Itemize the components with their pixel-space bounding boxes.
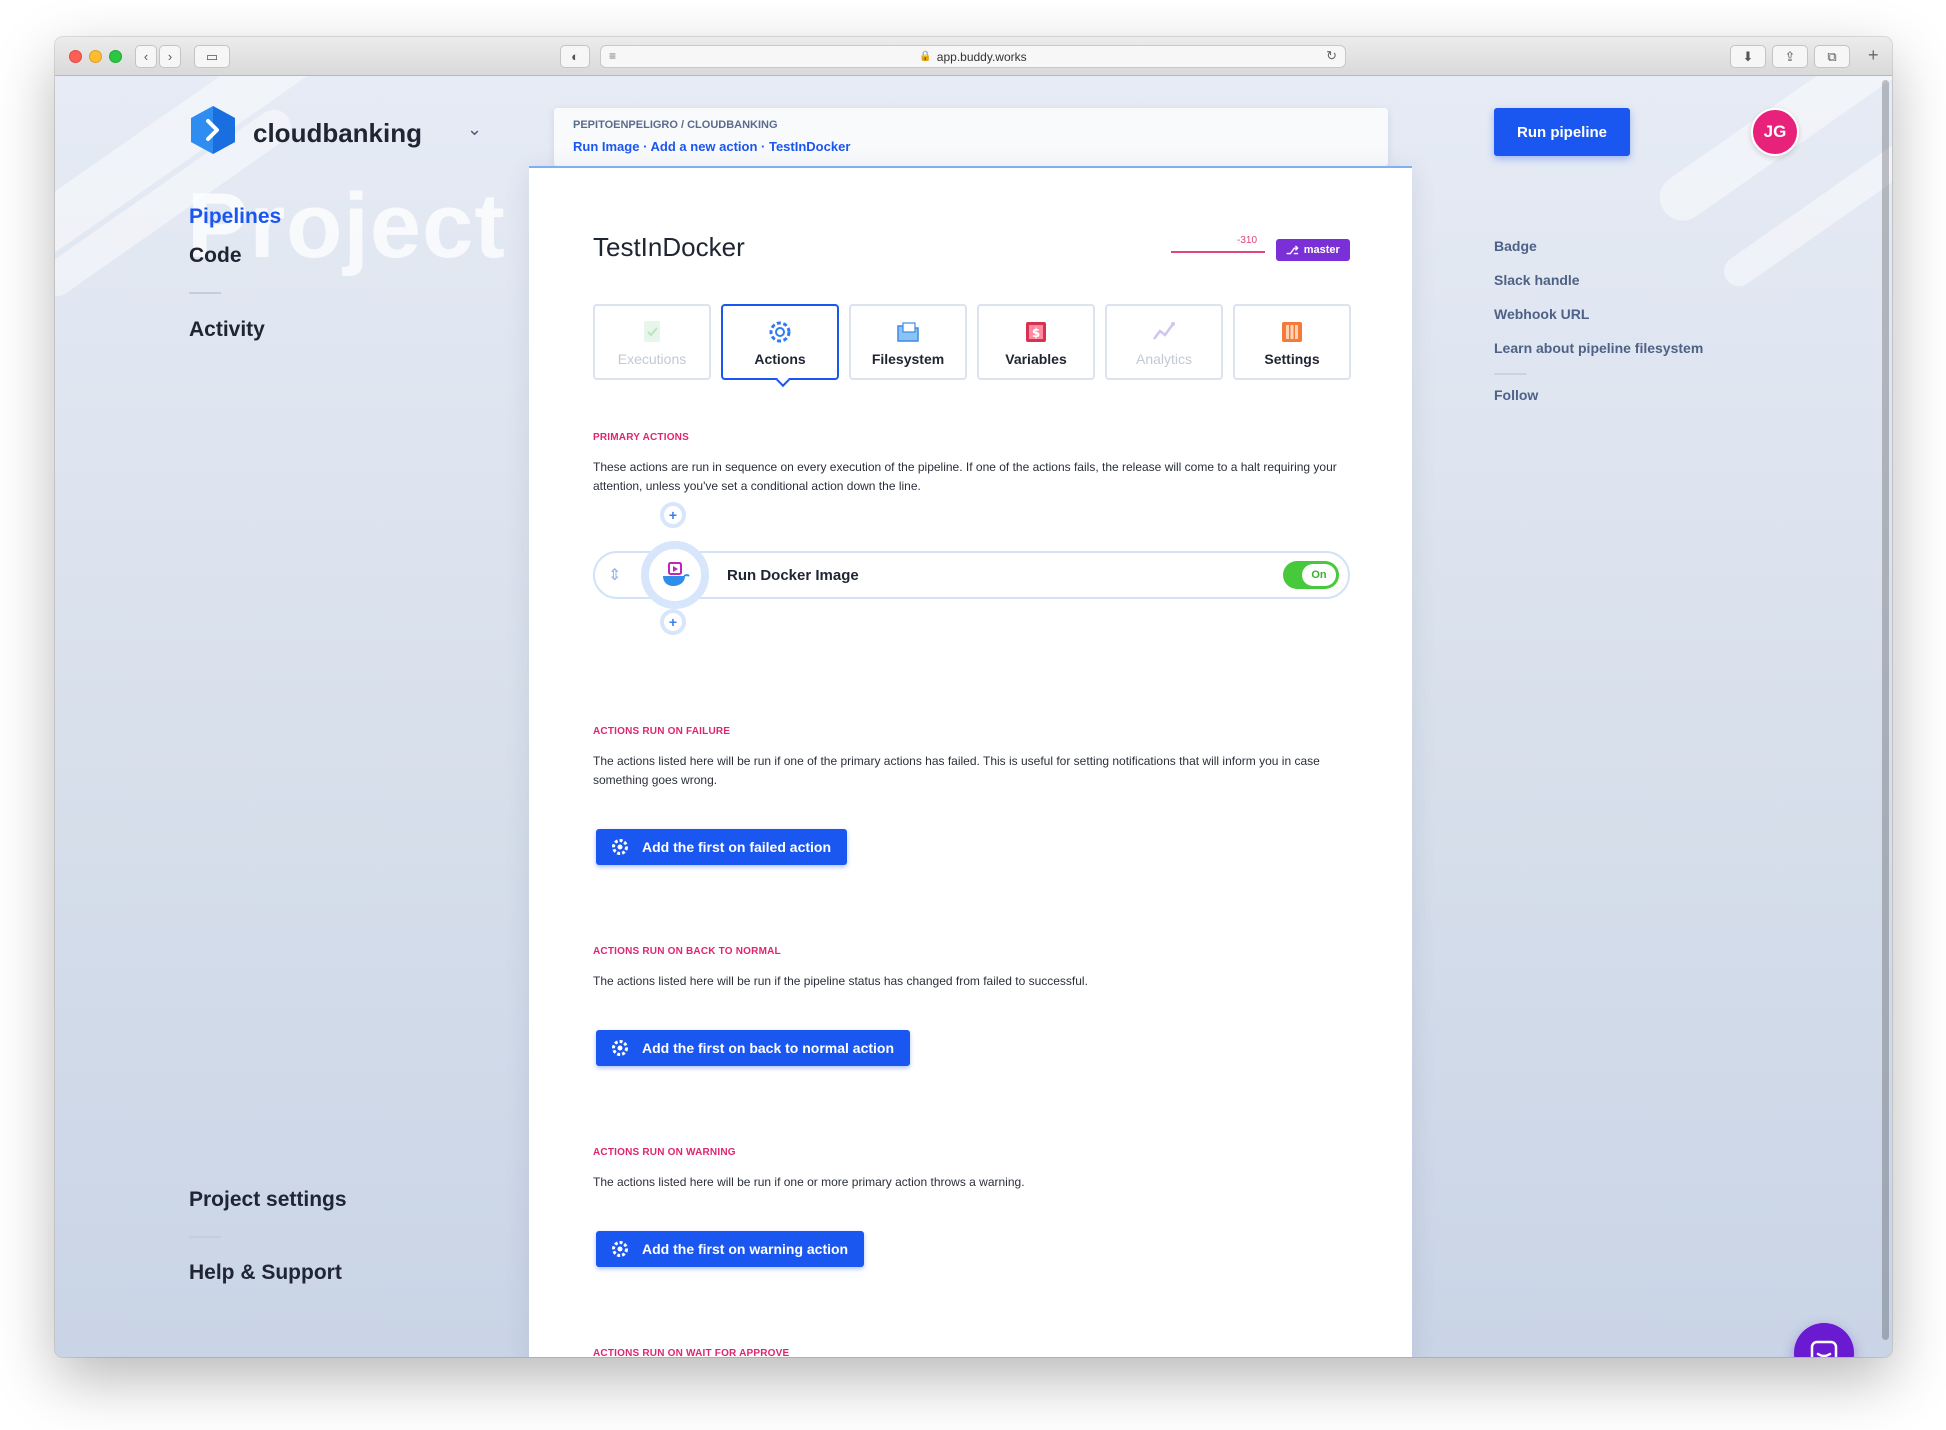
avatar[interactable]: JG [1751, 108, 1799, 156]
page-scrollbar[interactable] [1882, 80, 1889, 1340]
chat-icon [1810, 1340, 1838, 1357]
pipeline-card: TestInDocker -310 ⎇ master Executions Ac… [529, 166, 1412, 1357]
tab-filesystem-label: Filesystem [871, 351, 945, 367]
nav-help-support[interactable]: Help & Support [189, 1261, 342, 1285]
add-warning-action-label: Add the first on warning action [642, 1241, 849, 1257]
tab-variables[interactable]: $ Variables [977, 304, 1095, 380]
right-divider [1494, 373, 1526, 375]
add-warning-action-button[interactable]: Add the first on warning action [596, 1231, 865, 1267]
share-icon[interactable]: ⇪ [1772, 45, 1808, 68]
nav-project-settings[interactable]: Project settings [189, 1188, 347, 1212]
link-slack-handle[interactable]: Slack handle [1494, 272, 1580, 288]
add-failed-action-button[interactable]: Add the first on failed action [596, 829, 848, 865]
gear-icon [610, 1038, 630, 1058]
tab-analytics[interactable]: Analytics [1105, 304, 1223, 380]
breadcrumb-trail[interactable]: Run Image · Add a new action · TestInDoc… [573, 139, 850, 154]
sidebar-toggle-icon[interactable]: ▭ [194, 45, 230, 68]
reload-icon[interactable]: ↻ [1326, 48, 1337, 64]
nav-pipelines[interactable]: Pipelines [189, 205, 281, 229]
nav-divider [189, 1236, 221, 1238]
warning-actions-desc: The actions listed here will be run if o… [593, 1175, 1025, 1189]
action-enabled-toggle[interactable]: On [1283, 561, 1339, 589]
breadcrumb: PEPITOENPELIGRO / CLOUDBANKING Run Image… [554, 108, 1388, 166]
buddy-logo-icon [191, 106, 235, 154]
action-row-run-docker-image[interactable]: ⇕ Run Docker Image On [593, 541, 1350, 609]
branch-name: master [1303, 244, 1340, 256]
tab-filesystem[interactable]: Filesystem [849, 304, 967, 380]
add-action-below-icon[interactable]: + [660, 609, 686, 635]
zoom-window-button[interactable] [109, 50, 122, 63]
gear-icon [610, 1239, 630, 1259]
privacy-shield-icon[interactable]: ◐ [560, 45, 590, 68]
executions-icon [639, 319, 665, 345]
wait-for-approve-heading: ACTIONS RUN ON WAIT FOR APPROVE [593, 1348, 790, 1357]
link-badge[interactable]: Badge [1494, 238, 1537, 254]
nav-divider [189, 292, 221, 294]
run-pipeline-button[interactable]: Run pipeline [1494, 108, 1630, 156]
new-tab-icon[interactable]: + [1868, 45, 1879, 66]
gear-icon [610, 837, 630, 857]
tab-actions[interactable]: Actions [721, 304, 839, 388]
add-failed-action-label: Add the first on failed action [642, 839, 832, 855]
failure-actions-heading: ACTIONS RUN ON FAILURE [593, 726, 731, 737]
filesystem-icon [895, 319, 921, 345]
chat-support-button[interactable] [1794, 1323, 1854, 1357]
back-to-normal-heading: ACTIONS RUN ON BACK TO NORMAL [593, 946, 781, 957]
pipeline-tabs: Executions Actions Filesystem $ Variable… [593, 304, 1351, 388]
primary-actions-desc: These actions are run in sequence on eve… [593, 460, 1337, 493]
settings-icon [1279, 319, 1305, 345]
toggle-label: On [1302, 564, 1336, 586]
svg-text:$: $ [1032, 326, 1040, 340]
link-follow[interactable]: Follow [1494, 387, 1538, 403]
breadcrumb-org[interactable]: PEPITOENPELIGRO / CLOUDBANKING [573, 119, 778, 131]
action-name[interactable]: Run Docker Image [727, 567, 859, 584]
reader-icon[interactable]: ≡ [609, 49, 616, 63]
primary-actions-heading: PRIMARY ACTIONS [593, 432, 689, 443]
tabs-overview-icon[interactable]: ⧉ [1814, 45, 1850, 68]
variables-icon: $ [1023, 319, 1049, 345]
download-icon[interactable]: ⬇ [1730, 45, 1766, 68]
tab-executions-label: Executions [617, 351, 687, 367]
add-back-to-normal-action-button[interactable]: Add the first on back to normal action [596, 1030, 911, 1066]
close-window-button[interactable] [69, 50, 82, 63]
tab-actions-label: Actions [754, 351, 806, 367]
address-bar[interactable]: ≡ 🔒 app.buddy.works ↻ [600, 45, 1346, 68]
project-name[interactable]: cloudbanking [253, 118, 422, 149]
nav-activity[interactable]: Activity [189, 318, 265, 342]
back-to-normal-desc: The actions listed here will be run if t… [593, 974, 1088, 988]
nav-code[interactable]: Code [189, 244, 242, 268]
add-action-above-icon[interactable]: + [660, 502, 686, 528]
add-back-to-normal-action-label: Add the first on back to normal action [642, 1040, 895, 1056]
url-text: app.buddy.works [936, 49, 1027, 64]
tab-settings-label: Settings [1264, 351, 1320, 367]
branch-icon: ⎇ [1286, 244, 1299, 257]
chevron-down-icon[interactable]: ⌄ [467, 119, 482, 140]
docker-icon [641, 541, 709, 609]
link-learn-filesystem[interactable]: Learn about pipeline filesystem [1494, 340, 1703, 356]
actions-gear-icon [767, 319, 793, 345]
page-title: TestInDocker [593, 232, 745, 262]
analytics-icon [1151, 319, 1177, 345]
link-webhook-url[interactable]: Webhook URL [1494, 306, 1589, 322]
tab-executions[interactable]: Executions [593, 304, 711, 380]
back-icon[interactable]: ‹ [135, 45, 157, 68]
page-viewport: cloudbanking ⌄ Project Pipelines Code Ac… [55, 76, 1892, 1357]
active-tab-pointer [775, 372, 791, 388]
browser-window: ‹ › ▭ ◐ ≡ 🔒 app.buddy.works ↻ ⬇ ⇪ ⧉ + cl… [55, 37, 1892, 1357]
tab-variables-label: Variables [1005, 351, 1067, 367]
failure-actions-desc: The actions listed here will be run if o… [593, 754, 1320, 787]
warning-actions-heading: ACTIONS RUN ON WARNING [593, 1147, 736, 1158]
minimize-window-button[interactable] [89, 50, 102, 63]
forward-icon[interactable]: › [159, 45, 181, 68]
browser-titlebar: ‹ › ▭ ◐ ≡ 🔒 app.buddy.works ↻ ⬇ ⇪ ⧉ + [55, 37, 1892, 76]
tab-analytics-label: Analytics [1135, 351, 1193, 367]
tab-settings[interactable]: Settings [1233, 304, 1351, 380]
sparkline-value: -310 [1237, 235, 1258, 246]
branch-badge[interactable]: ⎇ master [1276, 239, 1350, 261]
lock-icon: 🔒 [919, 51, 932, 62]
drag-handle-icon[interactable]: ⇕ [608, 565, 621, 585]
